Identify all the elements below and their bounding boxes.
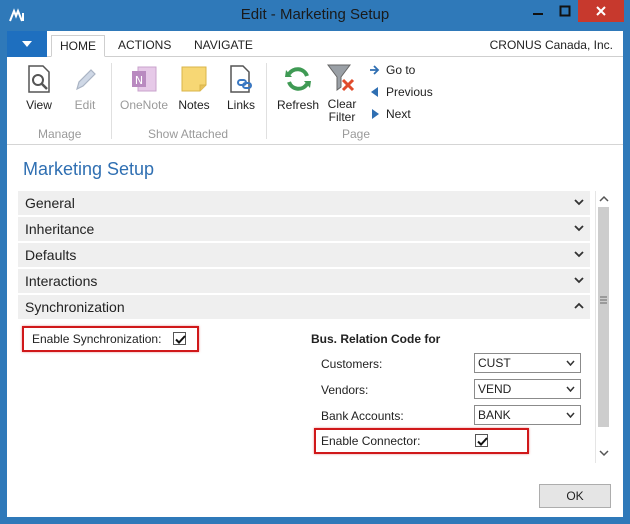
grip-icon xyxy=(600,296,607,304)
refresh-icon xyxy=(285,67,312,91)
vertical-scrollbar[interactable] xyxy=(595,191,611,463)
vendors-select[interactable]: VEND xyxy=(474,379,581,399)
group-separator xyxy=(111,63,112,139)
bus-relation-header: Bus. Relation Code for xyxy=(311,332,441,346)
onenote-icon: N xyxy=(132,66,157,92)
checkmark-icon xyxy=(175,335,186,344)
minimize-button[interactable] xyxy=(524,0,551,22)
customers-select[interactable]: CUST xyxy=(474,353,581,373)
maximize-icon xyxy=(559,5,570,17)
refresh-button[interactable]: Refresh xyxy=(277,63,319,112)
enable-connector-label: Enable Connector: xyxy=(321,434,421,448)
group-label-show-attached: Show Attached xyxy=(148,127,229,141)
clear-filter-button[interactable]: Clear Filter xyxy=(326,63,358,124)
enable-sync-label: Enable Synchronization: xyxy=(32,332,162,346)
group-separator xyxy=(266,63,267,139)
next-button[interactable]: Next xyxy=(370,107,411,121)
group-label-manage: Manage xyxy=(38,127,82,141)
ok-button[interactable]: OK xyxy=(539,484,611,508)
window-client: HOME ACTIONS NAVIGATE CRONUS Canada, Inc… xyxy=(7,31,623,517)
ribbon-tab-bar: HOME ACTIONS NAVIGATE CRONUS Canada, Inc… xyxy=(7,31,623,57)
chevron-down-icon xyxy=(574,199,584,206)
chevron-down-icon xyxy=(566,386,575,392)
company-name[interactable]: CRONUS Canada, Inc. xyxy=(490,38,613,52)
chevron-down-icon xyxy=(566,360,575,366)
fasttab-label: Interactions xyxy=(25,273,98,289)
fasttab-label: Inheritance xyxy=(25,221,95,237)
scroll-up-icon xyxy=(599,195,609,202)
links-icon xyxy=(230,65,252,93)
scroll-down-icon xyxy=(599,450,609,457)
notes-label: Notes xyxy=(178,98,210,112)
vendors-value: VEND xyxy=(478,382,512,396)
previous-triangle-icon xyxy=(371,87,378,97)
chevron-up-icon xyxy=(574,302,584,309)
checkmark-icon xyxy=(477,437,488,446)
fasttab-inheritance[interactable]: Inheritance xyxy=(18,217,590,241)
bank-accounts-value: BANK xyxy=(478,408,511,422)
enable-sync-checkbox[interactable] xyxy=(173,332,186,345)
application-menu-button[interactable] xyxy=(7,31,47,57)
goto-label: Go to xyxy=(386,63,416,77)
edit-pencil-icon xyxy=(76,69,96,91)
fasttab-synchronization[interactable]: Synchronization xyxy=(18,295,590,319)
title-bar[interactable]: Edit - Marketing Setup xyxy=(0,0,630,31)
view-icon xyxy=(28,65,50,93)
edit-button[interactable]: Edit xyxy=(69,63,101,112)
refresh-label: Refresh xyxy=(277,98,320,112)
bank-accounts-select[interactable]: BANK xyxy=(474,405,581,425)
minimize-icon xyxy=(532,13,543,15)
maximize-button[interactable] xyxy=(551,0,578,22)
chevron-down-icon xyxy=(574,225,584,232)
ribbon: View Edit Manage N OneNote Notes Links S… xyxy=(7,57,623,145)
fasttab-interactions[interactable]: Interactions xyxy=(18,269,590,293)
chevron-down-icon xyxy=(574,251,584,258)
enable-connector-checkbox[interactable] xyxy=(475,434,488,447)
next-label: Next xyxy=(386,107,411,121)
tab-home[interactable]: HOME xyxy=(51,35,105,57)
fasttab-label: General xyxy=(25,195,75,211)
goto-button[interactable]: Go to xyxy=(370,63,415,77)
fasttab-defaults[interactable]: Defaults xyxy=(18,243,590,267)
group-label-page: Page xyxy=(342,127,371,141)
tab-actions[interactable]: ACTIONS xyxy=(110,35,179,57)
scrollbar-thumb[interactable] xyxy=(598,207,609,427)
notes-button[interactable]: Notes xyxy=(178,63,210,112)
page-title: Marketing Setup xyxy=(23,159,155,179)
clear-filter-icon xyxy=(327,64,355,92)
goto-arrow-icon xyxy=(370,65,380,75)
previous-button[interactable]: Previous xyxy=(370,85,433,99)
svg-text:N: N xyxy=(135,74,143,87)
window-frame: Edit - Marketing Setup HOME ACTIONS NAVI… xyxy=(0,0,630,524)
close-button[interactable] xyxy=(578,0,624,22)
notes-icon xyxy=(181,66,207,92)
view-button[interactable]: View xyxy=(23,63,55,112)
customers-value: CUST xyxy=(478,356,511,370)
links-label: Links xyxy=(226,98,255,112)
chevron-down-icon xyxy=(574,277,584,284)
clear-filter-label-2: Filter xyxy=(328,110,356,124)
edit-label: Edit xyxy=(74,98,96,112)
vendors-label: Vendors: xyxy=(321,383,369,397)
close-icon xyxy=(596,6,606,16)
customers-label: Customers: xyxy=(321,357,383,371)
onenote-button[interactable]: N OneNote xyxy=(120,63,168,112)
chevron-down-icon xyxy=(566,412,575,418)
links-button[interactable]: Links xyxy=(225,63,257,112)
previous-label: Previous xyxy=(386,85,433,99)
fasttab-label: Defaults xyxy=(25,247,77,263)
dropdown-arrow-icon xyxy=(22,41,32,47)
onenote-label: OneNote xyxy=(120,98,169,112)
fasttab-general[interactable]: General xyxy=(18,191,590,215)
content-area: General Inheritance Defaults Interaction… xyxy=(18,191,597,493)
tab-navigate[interactable]: NAVIGATE xyxy=(186,35,261,57)
view-label: View xyxy=(26,98,52,112)
fasttab-label: Synchronization xyxy=(25,299,125,315)
bank-accounts-label: Bank Accounts: xyxy=(321,409,404,423)
next-triangle-icon xyxy=(372,109,379,119)
